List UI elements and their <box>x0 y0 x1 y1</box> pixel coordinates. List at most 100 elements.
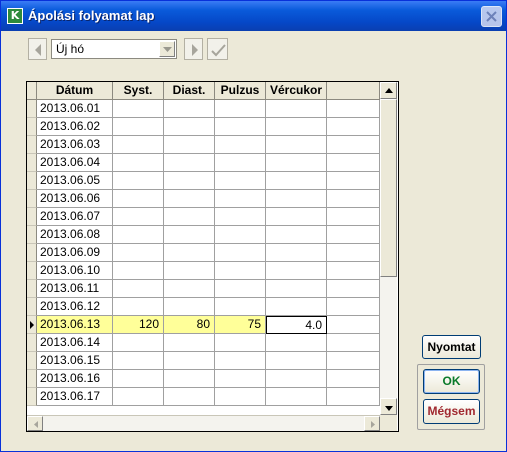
diast-cell[interactable] <box>164 208 215 226</box>
row-indicator[interactable] <box>27 334 37 352</box>
date-cell[interactable]: 2013.06.16 <box>37 370 113 388</box>
diast-cell[interactable] <box>164 280 215 298</box>
date-cell[interactable]: 2013.06.06 <box>37 190 113 208</box>
diast-cell[interactable] <box>164 154 215 172</box>
row-indicator[interactable] <box>27 208 37 226</box>
sugar-cell[interactable] <box>266 226 327 244</box>
measurements-grid[interactable]: Dátum Syst. Diast. Pulzus Vércukor 2013.… <box>26 81 399 432</box>
pulse-cell[interactable] <box>215 298 266 316</box>
date-cell[interactable]: 2013.06.10 <box>37 262 113 280</box>
pulse-cell[interactable] <box>215 388 266 406</box>
sugar-cell[interactable] <box>266 136 327 154</box>
diast-cell[interactable] <box>164 244 215 262</box>
empty-cell[interactable] <box>327 334 380 352</box>
syst-cell[interactable] <box>113 334 164 352</box>
ok-button[interactable]: OK <box>423 369 480 394</box>
empty-cell[interactable] <box>327 352 380 370</box>
sugar-cell[interactable]: 4.0 <box>266 316 327 334</box>
pulse-cell[interactable] <box>215 370 266 388</box>
diast-cell[interactable] <box>164 172 215 190</box>
empty-cell[interactable] <box>327 316 380 334</box>
date-cell[interactable]: 2013.06.07 <box>37 208 113 226</box>
scroll-left-button[interactable] <box>27 416 43 431</box>
date-cell[interactable]: 2013.06.12 <box>37 298 113 316</box>
sugar-cell[interactable] <box>266 298 327 316</box>
next-month-button[interactable] <box>184 38 203 60</box>
row-indicator[interactable] <box>27 100 37 118</box>
pulse-cell[interactable] <box>215 154 266 172</box>
horizontal-scrollbar[interactable] <box>27 415 380 431</box>
row-indicator[interactable] <box>27 154 37 172</box>
syst-cell[interactable] <box>113 352 164 370</box>
syst-cell[interactable] <box>113 190 164 208</box>
empty-cell[interactable] <box>327 280 380 298</box>
row-indicator[interactable] <box>27 190 37 208</box>
cancel-button[interactable]: Mégsem <box>423 399 480 424</box>
pulse-cell[interactable] <box>215 244 266 262</box>
empty-cell[interactable] <box>327 136 380 154</box>
month-select[interactable]: Új hó <box>51 39 177 59</box>
pulse-cell[interactable] <box>215 226 266 244</box>
empty-cell[interactable] <box>327 100 380 118</box>
previous-month-button[interactable] <box>28 38 47 60</box>
scroll-right-button[interactable] <box>364 416 380 431</box>
syst-cell[interactable] <box>113 208 164 226</box>
date-cell[interactable]: 2013.06.11 <box>37 280 113 298</box>
diast-cell[interactable] <box>164 352 215 370</box>
date-cell[interactable]: 2013.06.02 <box>37 118 113 136</box>
sugar-cell[interactable] <box>266 370 327 388</box>
empty-cell[interactable] <box>327 172 380 190</box>
column-header-sugar[interactable]: Vércukor <box>266 82 327 100</box>
column-header-diast[interactable]: Diast. <box>164 82 215 100</box>
row-indicator[interactable] <box>27 118 37 136</box>
pulse-cell[interactable] <box>215 190 266 208</box>
empty-cell[interactable] <box>327 370 380 388</box>
syst-cell[interactable] <box>113 226 164 244</box>
diast-cell[interactable] <box>164 370 215 388</box>
row-indicator[interactable] <box>27 280 37 298</box>
pulse-cell[interactable] <box>215 172 266 190</box>
sugar-cell[interactable] <box>266 280 327 298</box>
syst-cell[interactable] <box>113 118 164 136</box>
diast-cell[interactable] <box>164 226 215 244</box>
pulse-cell[interactable] <box>215 136 266 154</box>
syst-cell[interactable] <box>113 388 164 406</box>
pulse-cell[interactable] <box>215 334 266 352</box>
diast-cell[interactable] <box>164 190 215 208</box>
date-cell[interactable]: 2013.06.01 <box>37 100 113 118</box>
row-indicator[interactable] <box>27 352 37 370</box>
syst-cell[interactable] <box>113 100 164 118</box>
sugar-cell[interactable] <box>266 172 327 190</box>
date-cell[interactable]: 2013.06.14 <box>37 334 113 352</box>
sugar-cell[interactable] <box>266 262 327 280</box>
row-indicator[interactable] <box>27 226 37 244</box>
pulse-cell[interactable] <box>215 118 266 136</box>
date-cell[interactable]: 2013.06.05 <box>37 172 113 190</box>
row-indicator[interactable] <box>27 298 37 316</box>
empty-cell[interactable] <box>327 118 380 136</box>
empty-cell[interactable] <box>327 226 380 244</box>
row-indicator[interactable] <box>27 316 37 334</box>
diast-cell[interactable] <box>164 136 215 154</box>
empty-cell[interactable] <box>327 208 380 226</box>
sugar-cell[interactable] <box>266 154 327 172</box>
syst-cell[interactable] <box>113 154 164 172</box>
pulse-cell[interactable] <box>215 208 266 226</box>
sugar-cell[interactable] <box>266 388 327 406</box>
diast-cell[interactable] <box>164 388 215 406</box>
pulse-cell[interactable] <box>215 262 266 280</box>
row-indicator[interactable] <box>27 262 37 280</box>
sugar-cell[interactable] <box>266 352 327 370</box>
row-indicator[interactable] <box>27 370 37 388</box>
syst-cell[interactable] <box>113 136 164 154</box>
pulse-cell[interactable] <box>215 280 266 298</box>
pulse-cell[interactable] <box>215 352 266 370</box>
date-cell[interactable]: 2013.06.15 <box>37 352 113 370</box>
empty-cell[interactable] <box>327 190 380 208</box>
date-cell[interactable]: 2013.06.13 <box>37 316 113 334</box>
date-cell[interactable]: 2013.06.08 <box>37 226 113 244</box>
sugar-cell[interactable] <box>266 208 327 226</box>
row-indicator[interactable] <box>27 172 37 190</box>
row-indicator[interactable] <box>27 388 37 406</box>
empty-cell[interactable] <box>327 262 380 280</box>
